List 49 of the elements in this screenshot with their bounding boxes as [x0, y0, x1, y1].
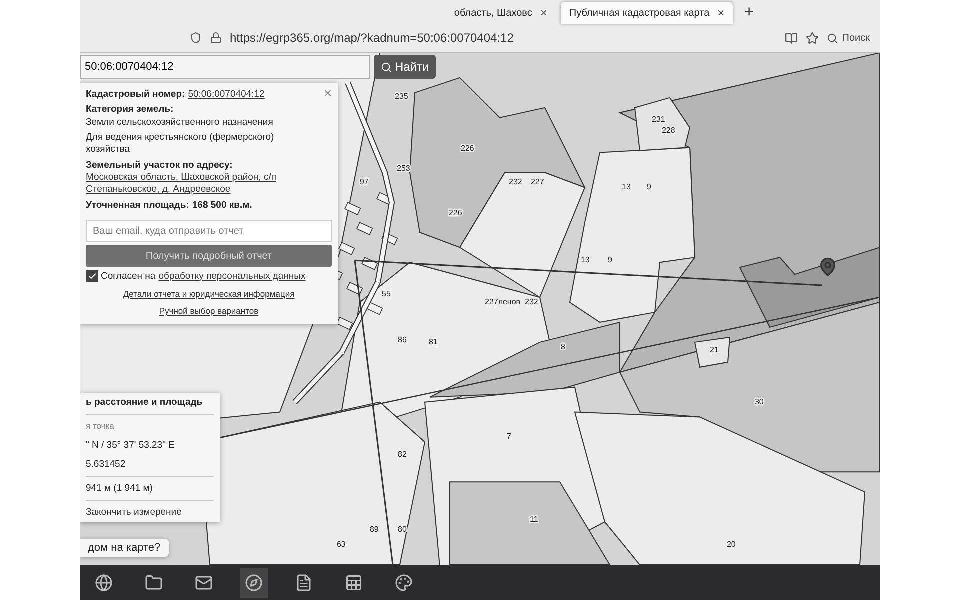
find-button[interactable]: Найти — [374, 55, 436, 79]
coordinates-text: " N / 35° 37' 53.23" E — [86, 440, 175, 451]
info-link[interactable]: 50:06:0070404:12 — [188, 89, 265, 100]
shield-icon[interactable] — [190, 32, 202, 44]
consent-checkbox[interactable] — [86, 270, 98, 282]
search-icon — [381, 62, 392, 72]
reader-icon[interactable] — [785, 32, 798, 44]
compass-icon[interactable] — [240, 568, 268, 598]
address-link[interactable]: Московская область, Шаховской район, с/п Степаньковское, д. Андреевское — [86, 172, 318, 197]
help-bubble[interactable]: дом на карте? — [80, 539, 169, 557]
distance-text: 941 м (1 941 м) — [86, 483, 153, 494]
info-text: Уточненная площадь: 168 500 кв.м. — [86, 200, 254, 212]
finish-measure-link[interactable]: Закончить измерение — [86, 507, 182, 518]
address-bar[interactable]: https://egrp365.org/map/?kadnum=50:06:0070404:12 — [230, 31, 778, 45]
building-outline — [346, 282, 364, 296]
close-icon[interactable]: × — [540, 6, 548, 20]
cadastral-number-field[interactable]: 50:06:0070404:12 — [80, 55, 370, 79]
building-outline — [336, 316, 354, 330]
building-outline — [338, 242, 356, 256]
consent-label: Согласен на — [101, 270, 156, 282]
building-outline — [344, 202, 362, 216]
search-icon — [827, 32, 838, 44]
browser-tab[interactable]: Публичная кадастровая карта × — [561, 2, 733, 24]
report-button[interactable]: Получить подробный отчет — [86, 245, 332, 268]
info-text: Для ведения крестьянского (фермерского) хозяйства — [86, 132, 276, 157]
point-label: я точка — [86, 421, 114, 431]
browser-tab[interactable]: область, Шаховс × — [446, 2, 556, 24]
info-link[interactable]: Детали отчета и юридическая информация — [123, 289, 295, 300]
coordinates-text: 5.631452 — [86, 459, 126, 470]
email-field[interactable]: Ваш email, куда отправить отчет — [86, 220, 332, 242]
checkmark-icon — [88, 272, 96, 281]
cadastral-map[interactable] — [80, 53, 880, 565]
building-outline — [382, 232, 398, 246]
star-icon[interactable] — [806, 32, 820, 44]
building-outline — [356, 222, 374, 236]
building-outline — [362, 257, 378, 270]
map-pin-icon[interactable] — [818, 257, 838, 277]
new-tab-button[interactable]: + — [738, 4, 760, 24]
building-outline — [366, 302, 384, 316]
info-label: Категория земель: — [86, 104, 174, 116]
close-icon[interactable]: × — [718, 6, 725, 20]
info-link[interactable]: Ручной выбор вариантов — [159, 306, 259, 316]
panel-title: ь расстояние и площадь — [86, 397, 203, 408]
road — [292, 350, 344, 404]
lock-icon — [210, 32, 222, 44]
info-text: Земельный участок по адресу: Московская область, Шаховской район, с/п Степаньковское, д. Андреевское — [86, 160, 332, 197]
privacy-link[interactable]: обработку персональных данных — [158, 270, 306, 282]
info-value: Земли сельскохозяйственного назначения — [86, 116, 274, 130]
search-field[interactable]: Поиск — [827, 32, 870, 44]
